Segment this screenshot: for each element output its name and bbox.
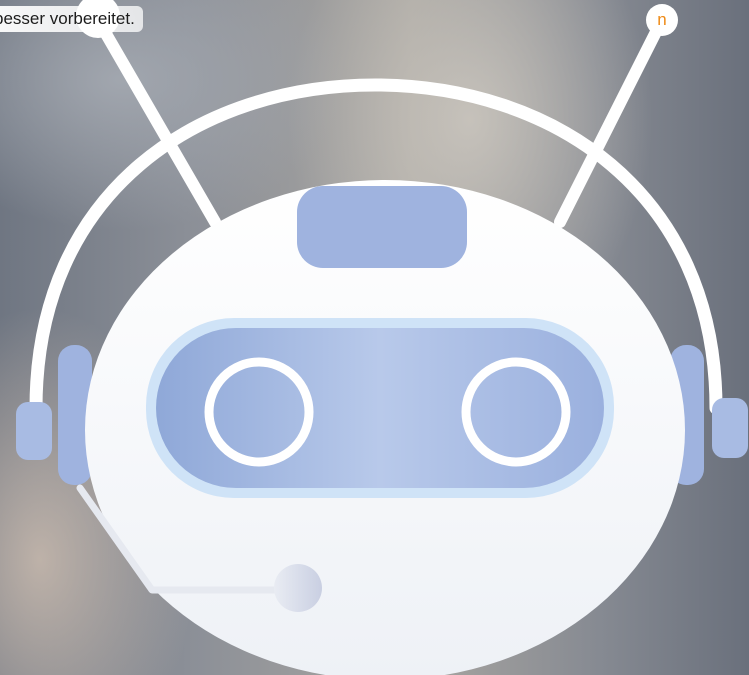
visor bbox=[156, 328, 604, 488]
brand-badge: n bbox=[646, 4, 678, 36]
caption-text: besser vorbereitet. bbox=[0, 6, 143, 32]
right-ear-pad bbox=[712, 398, 748, 458]
left-ear-pad bbox=[16, 402, 52, 460]
mic-head bbox=[274, 564, 322, 612]
head-crest bbox=[297, 186, 467, 268]
chatbot-robot-icon bbox=[16, 0, 748, 675]
antenna-left bbox=[76, 0, 221, 228]
